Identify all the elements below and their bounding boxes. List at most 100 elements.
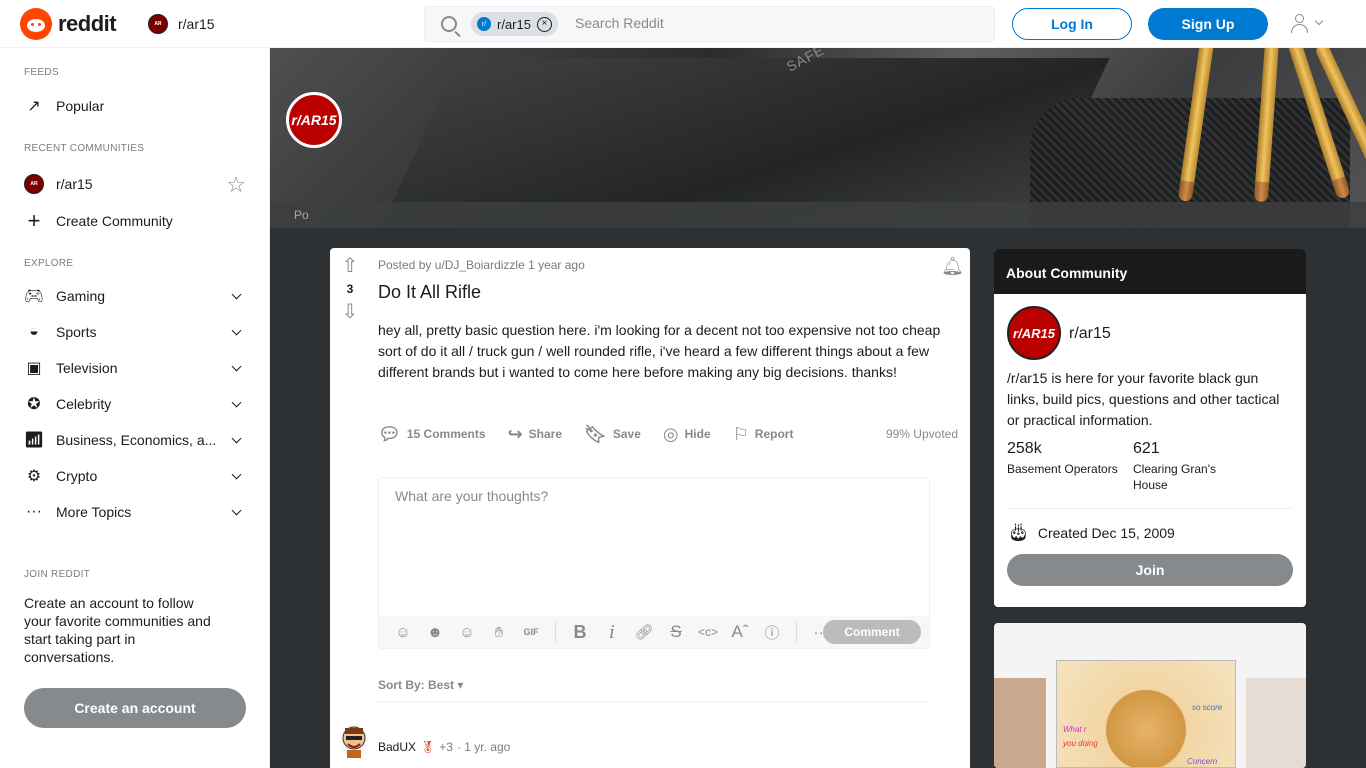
sort-dropdown[interactable]: Sort By: Best ▾ — [378, 678, 463, 692]
commenter-avatar[interactable] — [340, 724, 368, 758]
doge-caption-2: What r — [1063, 725, 1087, 734]
avatar-figure-icon — [342, 726, 366, 758]
trending-arrow-icon: ↗ — [27, 98, 41, 115]
top-header: reddit AR r/ar15 r/ r/ar15 × Log In Sign… — [0, 0, 1366, 48]
reddit-snoo-icon — [20, 8, 52, 40]
comment-button[interactable]: Comment — [823, 620, 921, 644]
sidebar-item-sports[interactable]: ◒ Sports — [24, 316, 246, 348]
banner-tab-strip — [270, 202, 1366, 228]
star-badge-icon: ✪ — [27, 396, 41, 413]
sidebar-item-celebrity[interactable]: ✪ Celebrity — [24, 388, 246, 420]
create-account-button[interactable]: Create an account — [24, 688, 246, 728]
chevron-down-icon — [231, 325, 242, 336]
recent-communities-heading: RECENT COMMUNITIES — [24, 143, 145, 154]
sidebar-item-business[interactable]: 📶︎ Business, Economics, a... — [24, 424, 246, 456]
sidebar-item-more-topics[interactable]: ··· More Topics — [24, 496, 246, 528]
promo-card[interactable]: so score What r you doing Concern — [994, 623, 1306, 768]
comment-bubble-icon: 💬︎ — [378, 423, 401, 444]
toolbar-divider — [555, 622, 556, 642]
sidebar-item-label: Television — [56, 360, 118, 376]
comment-header: BadUX 🏅︎ +3 · 1 yr. ago — [378, 740, 510, 754]
emoji-icon[interactable]: ☺ — [387, 624, 419, 641]
about-heading: About Community — [994, 249, 1306, 294]
comments-button[interactable]: 💬︎ 15 Comments — [378, 424, 486, 445]
bold-icon[interactable]: B — [564, 622, 596, 643]
online-count: 621 — [1133, 440, 1160, 457]
bookmark-icon: 🔖︎ — [584, 423, 607, 444]
hide-button[interactable]: ◎ Hide — [663, 424, 711, 445]
code-icon[interactable]: <c> — [692, 625, 724, 639]
community-avatar-icon: AR — [148, 14, 168, 34]
reaction-icon[interactable]: ✋︎ — [483, 624, 515, 641]
upvote-icon[interactable]: ⇧ — [340, 256, 360, 276]
promo-image-left — [994, 678, 1046, 768]
left-sidebar: FEEDS ↗ Popular RECENT COMMUNITIES AR r/… — [0, 48, 270, 768]
community-selector[interactable]: AR r/ar15 — [148, 14, 215, 34]
doge-caption-1: so score — [1192, 703, 1223, 712]
banner-tab-posts[interactable]: Po — [294, 208, 309, 222]
superscript-icon[interactable]: Aˆ — [724, 622, 756, 642]
user-menu-dropdown[interactable] — [1290, 12, 1330, 36]
comment-username[interactable]: BadUX — [378, 740, 416, 754]
caret-down-icon: ▾ — [457, 678, 464, 692]
signup-button[interactable]: Sign Up — [1148, 8, 1268, 40]
user-icon — [1295, 14, 1304, 23]
comment-input[interactable] — [379, 478, 929, 616]
sidebar-item-label: r/ar15 — [56, 176, 93, 192]
more-dots-icon: ··· — [26, 503, 42, 520]
link-icon[interactable]: 🔗︎ — [628, 623, 660, 641]
ball-icon: ◒ — [29, 323, 39, 340]
sidebar-item-television[interactable]: ▣ Television — [24, 352, 246, 384]
strikethrough-icon[interactable]: S — [660, 622, 692, 642]
sidebar-item-label: Gaming — [56, 288, 106, 304]
gamepad-icon: 🎮︎ — [23, 288, 45, 305]
gif-icon[interactable]: GIF — [515, 627, 547, 637]
search-community-chip[interactable]: r/ r/ar15 × — [471, 12, 558, 36]
doge-caption-3: you doing — [1063, 739, 1098, 748]
upvote-ratio: 99% Upvoted — [885, 427, 958, 441]
post-body: hey all, pretty basic question here. i'm… — [378, 322, 941, 380]
report-button[interactable]: ⚐ Report — [733, 424, 794, 445]
chevron-down-icon — [1314, 16, 1324, 26]
about-community-card: About Community r/AR15 r/ar15 /r/ar15 is… — [994, 249, 1306, 607]
search-bar[interactable]: r/ r/ar15 × — [424, 6, 995, 42]
chevron-down-icon — [231, 397, 242, 408]
tv-icon: ▣ — [26, 360, 42, 377]
sticker-icon[interactable]: ☻ — [419, 624, 451, 641]
share-button[interactable]: ↪ Share — [508, 424, 562, 445]
sidebar-item-label: More Topics — [56, 504, 132, 520]
search-input[interactable] — [575, 15, 975, 31]
sidebar-item-gaming[interactable]: 🎮︎ Gaming — [24, 280, 246, 312]
downvote-icon[interactable]: ⇩ — [340, 302, 360, 322]
save-button[interactable]: 🔖︎ Save — [584, 424, 641, 445]
sidebar-item-ar15[interactable]: AR r/ar15 ☆ — [24, 168, 246, 200]
spoiler-icon[interactable]: ⓘ — [756, 622, 788, 643]
star-icon[interactable]: ☆ — [226, 172, 246, 198]
sort-label: Sort By: Best — [378, 678, 455, 692]
sticker-alt-icon[interactable]: ☺ — [451, 624, 483, 641]
sidebar-item-crypto[interactable]: ⚙ Crypto — [24, 460, 246, 492]
divider — [378, 701, 930, 702]
save-label: Save — [612, 427, 641, 441]
login-button[interactable]: Log In — [1012, 8, 1132, 40]
italic-icon[interactable]: i — [596, 622, 628, 643]
user-body-shape — [1291, 24, 1308, 33]
bell-icon[interactable]: 🔔︎ — [941, 256, 964, 277]
share-arrow-icon: ↪ — [507, 423, 523, 444]
about-community-name: r/ar15 — [1069, 325, 1111, 342]
sidebar-item-create-community[interactable]: + Create Community — [24, 205, 246, 237]
post-actions: 💬︎ 15 Comments ↪ Share 🔖︎ Save ◎ Hide ⚐ … — [378, 422, 958, 446]
chevron-down-icon — [231, 505, 242, 516]
feeds-heading: FEEDS — [24, 67, 59, 78]
subreddit-icon: r/ — [477, 17, 491, 31]
join-button[interactable]: Join — [1007, 554, 1293, 586]
eye-off-icon: ◎ — [662, 423, 679, 444]
close-icon[interactable]: × — [536, 16, 552, 32]
sidebar-item-popular[interactable]: ↗ Popular — [24, 90, 246, 122]
promo-image-right — [1246, 678, 1306, 768]
sidebar-item-label: Business, Economics, a... — [56, 432, 217, 448]
reddit-logo[interactable]: reddit — [20, 8, 117, 40]
doge-caption-4: Concern — [1187, 757, 1218, 766]
online-label: Clearing Gran's House — [1133, 462, 1216, 492]
community-avatar[interactable]: r/AR15 — [286, 92, 342, 148]
